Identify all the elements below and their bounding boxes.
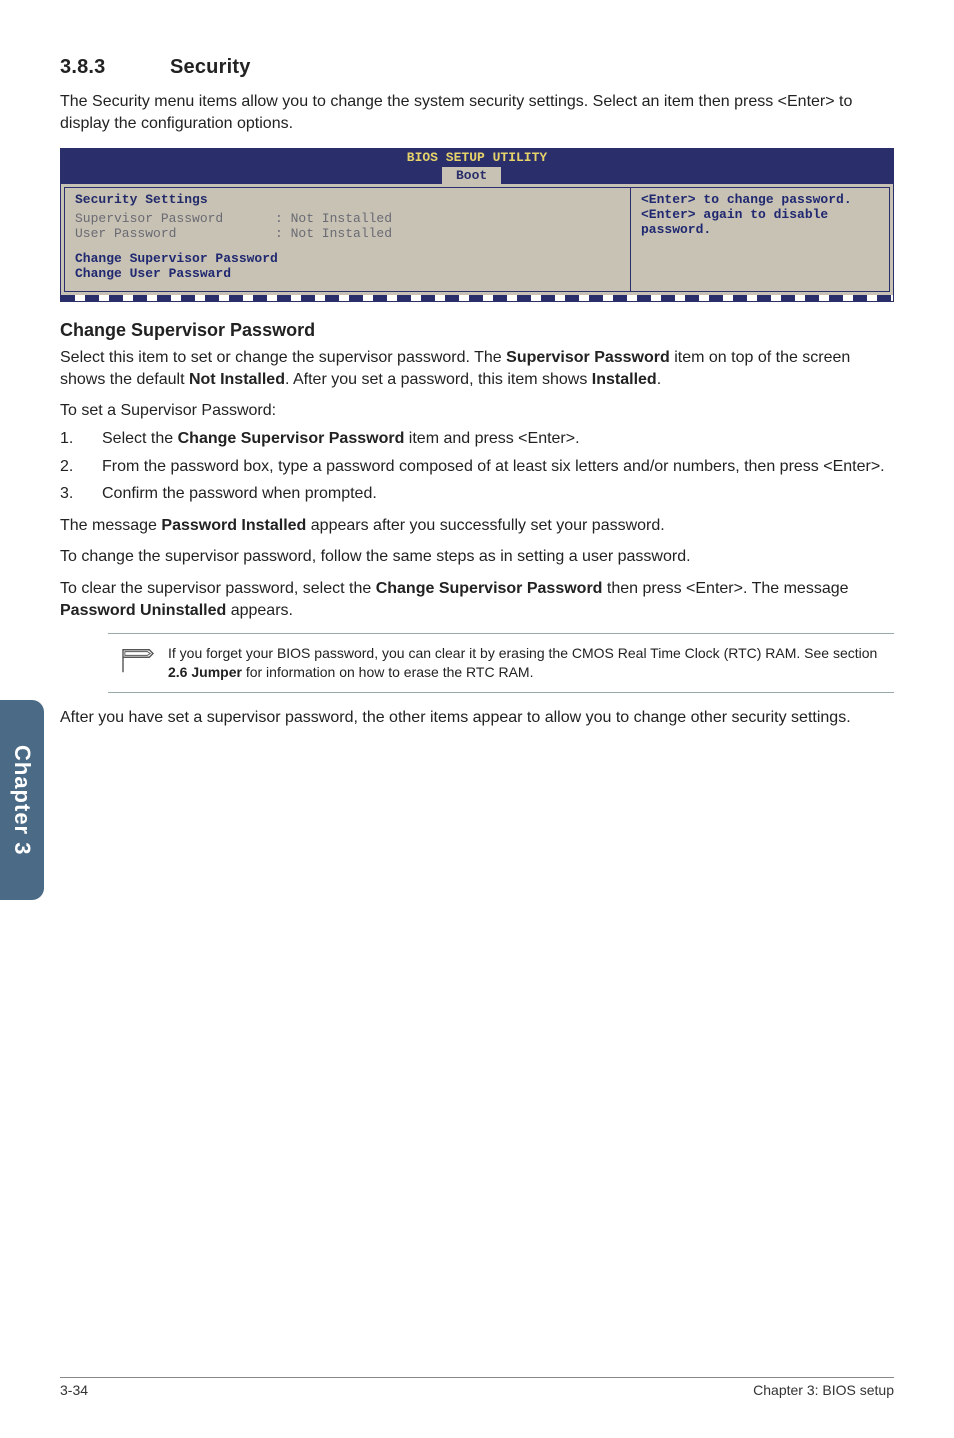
chapter-side-tab: Chapter 3 — [0, 700, 44, 900]
bios-row-supervisor: Supervisor Password : Not Installed — [75, 211, 620, 226]
bios-help-pane: <Enter> to change password. <Enter> agai… — [630, 187, 890, 292]
footer-chapter: Chapter 3: BIOS setup — [753, 1382, 894, 1398]
bios-tab-boot: Boot — [441, 166, 502, 184]
chapter-side-tab-label: Chapter 3 — [9, 745, 35, 855]
paragraph: Select this item to set or change the su… — [60, 347, 894, 390]
paragraph: To set a Supervisor Password: — [60, 400, 894, 422]
section-heading: 3.8.3Security — [60, 56, 894, 79]
section-title: Security — [170, 56, 251, 78]
paragraph: To clear the supervisor password, select… — [60, 578, 894, 621]
bios-row-label: Supervisor Password — [75, 211, 275, 226]
pencil-icon — [108, 644, 168, 676]
list-item: 1. Select the Change Supervisor Password… — [60, 428, 894, 450]
page-number: 3-34 — [60, 1382, 88, 1398]
bios-help-text: <Enter> to change password. <Enter> agai… — [641, 192, 879, 237]
section-number: 3.8.3 — [60, 56, 170, 79]
bios-tab-row: Boot — [61, 166, 893, 184]
paragraph: To change the supervisor password, follo… — [60, 546, 894, 568]
list-item: 2. From the password box, type a passwor… — [60, 456, 894, 478]
bios-row-value: : Not Installed — [275, 226, 392, 241]
steps-list: 1. Select the Change Supervisor Password… — [60, 428, 894, 505]
bios-link-change-user: Change User Passward — [75, 266, 620, 281]
page-footer: 3-34 Chapter 3: BIOS setup — [60, 1377, 894, 1398]
bios-row-label: User Password — [75, 226, 275, 241]
bios-panel-heading: Security Settings — [75, 192, 620, 207]
bios-left-pane: Security Settings Supervisor Password : … — [64, 187, 630, 292]
intro-paragraph: The Security menu items allow you to cha… — [60, 91, 894, 134]
note-text: If you forget your BIOS password, you ca… — [168, 644, 888, 682]
paragraph: The message Password Installed appears a… — [60, 515, 894, 537]
list-item: 3. Confirm the password when prompted. — [60, 483, 894, 505]
bios-row-user: User Password : Not Installed — [75, 226, 620, 241]
bios-torn-edge — [61, 295, 893, 301]
bios-link-change-supervisor: Change Supervisor Password — [75, 251, 620, 266]
subheading-change-supervisor: Change Supervisor Password — [60, 320, 894, 341]
note-callout: If you forget your BIOS password, you ca… — [108, 633, 894, 693]
bios-row-value: : Not Installed — [275, 211, 392, 226]
paragraph: After you have set a supervisor password… — [60, 707, 894, 729]
bios-screenshot: BIOS SETUP UTILITY Boot Security Setting… — [60, 148, 894, 302]
bios-body: Security Settings Supervisor Password : … — [61, 184, 893, 295]
bios-titlebar: BIOS SETUP UTILITY — [61, 149, 893, 166]
